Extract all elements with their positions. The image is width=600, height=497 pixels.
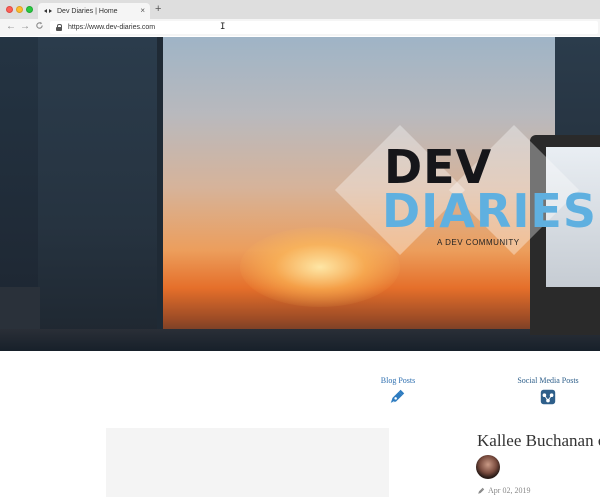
tab-close-icon[interactable]: ×: [140, 6, 145, 15]
blog-posts-link[interactable]: Blog Posts: [374, 376, 422, 385]
reload-icon: [36, 21, 43, 29]
window-sill: [0, 329, 600, 351]
logo-word-diaries: DIARIES: [382, 184, 597, 238]
favicon-icon: [44, 8, 52, 14]
tab-bar: Dev Diaries | Home × +: [0, 0, 600, 19]
share-icon[interactable]: [539, 388, 557, 406]
window-frame: [0, 287, 40, 332]
social-media-posts-link[interactable]: Social Media Posts: [517, 376, 579, 385]
post-date: Apr 02, 2019: [488, 486, 531, 495]
lock-icon: [56, 24, 62, 31]
hero-banner: DEV DIARIES: [0, 37, 600, 351]
site-logo[interactable]: DEV DIARIES: [334, 124, 600, 256]
site-tagline: A DEV COMMUNITY: [437, 238, 520, 247]
post-title[interactable]: Kallee Buchanan on: [477, 431, 600, 451]
content-nav: Blog Posts Social Media Posts: [0, 371, 600, 411]
url-text: https://www.dev-diaries.com: [68, 24, 156, 31]
avatar[interactable]: [476, 455, 500, 479]
new-tab-button[interactable]: +: [155, 3, 161, 15]
forward-button[interactable]: →: [20, 21, 30, 33]
window-frame: [38, 37, 158, 351]
browser-toolbar: ← → https://www.dev-diaries.com: [0, 19, 600, 36]
reload-button[interactable]: [35, 21, 44, 34]
post-thumbnail[interactable]: [106, 428, 389, 497]
post-meta: Apr 02, 2019: [477, 486, 530, 495]
sunset-glow: [240, 227, 400, 307]
back-button[interactable]: ←: [6, 21, 16, 33]
pen-icon: [478, 487, 485, 494]
tab-title: Dev Diaries | Home: [57, 7, 118, 15]
text-cursor-icon: I: [220, 22, 226, 32]
browser-chrome: Dev Diaries | Home × + ← → https://www.d…: [0, 0, 600, 36]
pen-icon[interactable]: [388, 388, 406, 406]
browser-tab[interactable]: Dev Diaries | Home ×: [38, 3, 150, 19]
close-window-button[interactable]: [6, 6, 13, 13]
maximize-window-button[interactable]: [26, 6, 33, 13]
address-bar[interactable]: https://www.dev-diaries.com: [50, 21, 598, 34]
minimize-window-button[interactable]: [16, 6, 23, 13]
window-mullion: [157, 37, 163, 337]
